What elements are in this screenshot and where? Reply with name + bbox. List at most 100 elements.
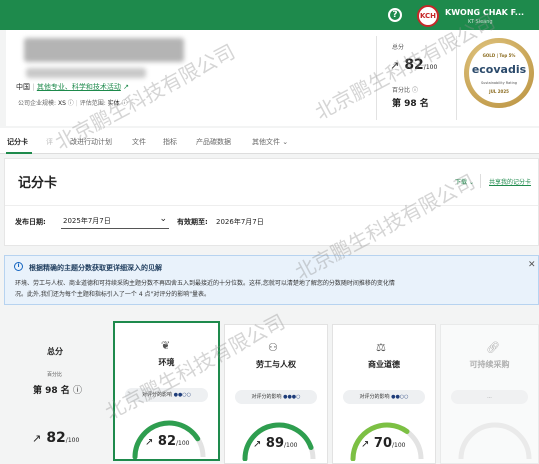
trend-arrow-icon: ↗ <box>32 432 42 445</box>
score-value: 82 <box>46 430 66 446</box>
size-label: 公司企业规模: <box>18 100 57 107</box>
score-value: 70 <box>373 436 393 451</box>
trend-arrow-icon: ↗ <box>145 437 154 448</box>
overall-rank: 第 98 名 ⓘ <box>33 383 82 396</box>
info-banner-title: 根据精确的主题分数获取更详细深入的见解 <box>29 264 162 272</box>
publish-date-label: 发布日期: <box>15 218 46 226</box>
download-button[interactable]: 下载 ⌄ <box>455 177 474 186</box>
scale-icon: ⚖ <box>376 341 386 354</box>
user-subtitle: KT Sieang <box>468 19 493 25</box>
overall-score: ↗ 82/100 <box>390 54 437 73</box>
user-name[interactable]: KWONG CHAK F... <box>445 8 524 17</box>
category-name: 环境 <box>158 358 175 367</box>
overall-score-panel: 总分 百分比 第 98 名 ⓘ ↗ 82/100 <box>0 320 110 455</box>
divider <box>5 205 538 206</box>
divider <box>480 174 481 188</box>
scorecard-title: 记分卡 <box>18 176 58 191</box>
category-card-labor-human-rights[interactable]: ⚇ 劳工与人权 对评分的影响 ●●●○ ↗ 89/100 <box>224 324 328 464</box>
category-score: ↗ 89/100 <box>253 436 298 451</box>
score-max: /100 <box>423 64 438 71</box>
help-icon[interactable]: ? <box>388 8 402 22</box>
company-name-redacted <box>24 38 184 62</box>
location-industry-row: 中国 | 其他专业、科学和技术活动 ↗ <box>16 82 129 92</box>
info-icon[interactable]: ⓘ <box>412 87 418 94</box>
scope-value: 实体 <box>107 100 120 107</box>
tab-improvement-plan[interactable]: 改进行动计划 <box>70 137 112 147</box>
category-name: 商业道德 <box>368 360 400 369</box>
tab-scorecard[interactable]: 记分卡 <box>7 137 28 147</box>
impact-label: 对评分的影响 <box>359 394 390 400</box>
chevron-down-icon: ⌄ <box>159 214 167 224</box>
category-name: 可持续采购 <box>469 360 510 369</box>
badge-brand: ecovadis <box>471 63 527 76</box>
tab-indicators[interactable]: 指标 <box>163 137 177 147</box>
score-gauge <box>458 422 532 460</box>
size-value: XS <box>57 100 66 107</box>
close-icon[interactable]: ✕ <box>528 260 536 270</box>
category-score: ↗ 70/100 <box>361 436 406 451</box>
info-icon[interactable]: ⓘ <box>122 100 128 107</box>
company-summary-card: 中国 | 其他专业、科学和技术活动 ↗ 公司企业规模: XS ⓘ | 评估范围:… <box>6 30 539 126</box>
badge-subtitle: Sustainability Rating <box>480 81 518 85</box>
overall-label: 总分 <box>47 347 63 356</box>
badge-tier: GOLD | Top 5% <box>482 53 516 58</box>
impact-pill: 对评分的影响 ●●○○ <box>125 388 208 402</box>
badge-date: JUL 2025 <box>489 89 509 94</box>
score-max: /100 <box>65 437 80 444</box>
expiry-date-value: 2026年7月7日 <box>216 218 264 226</box>
expiry-date-label: 有效期至: <box>177 218 208 226</box>
tab-documents[interactable]: 文件 <box>132 137 146 147</box>
info-banner: i 根据精确的主题分数获取更详细深入的见解 环境、劳工与人权、商业道德和可持续采… <box>4 255 539 305</box>
scope-label: 评估范围: <box>79 100 106 107</box>
overall-score-label: 总分 <box>392 44 405 51</box>
tab-product-carbon[interactable]: 产品碳数据 <box>196 137 231 147</box>
country-label: 中国 <box>16 83 30 91</box>
info-icon[interactable]: ⓘ <box>73 386 82 396</box>
percentile-label: 百分比 <box>392 87 411 94</box>
download-label: 下载 <box>455 179 468 186</box>
category-score: ↗ 82/100 <box>145 434 190 449</box>
score-value: 89 <box>265 436 285 451</box>
top-bar: ? KCH KWONG CHAK F... KT Sieang <box>0 0 539 30</box>
score-max: /100 <box>284 442 298 449</box>
score-max: /100 <box>392 442 406 449</box>
share-scorecard-link[interactable]: 共享我的记分卡 <box>489 177 531 186</box>
info-icon: i <box>14 262 23 271</box>
ecovadis-gold-medal: GOLD | Top 5% ecovadis Sustainability Ra… <box>464 38 534 108</box>
external-link-icon[interactable]: ↗ <box>123 83 129 91</box>
impact-pill: ... <box>451 390 528 404</box>
user-avatar[interactable]: KCH <box>417 5 439 27</box>
overall-score: ↗ 82/100 <box>32 427 79 446</box>
tab-bar: 记分卡 评 改进行动计划 文件 指标 产品碳数据 其他文件 ⌄ <box>0 128 539 154</box>
impact-pill: 对评分的影响 ●●●○ <box>235 390 317 404</box>
trend-arrow-icon: ↗ <box>361 439 370 450</box>
tab-other-label: 其他文件 <box>252 138 280 146</box>
company-detail-redacted <box>26 68 146 78</box>
link-icon: 🔗︎ <box>486 341 500 354</box>
impact-pill: 对评分的影响 ●●○○ <box>343 390 425 404</box>
impact-dots: ●●○○ <box>391 394 409 400</box>
publish-date-select[interactable]: 2025年7月7日 ⌄ <box>61 213 169 229</box>
impact-dots: ●●○○ <box>173 392 192 398</box>
industry-link[interactable]: 其他专业、科学和技术活动 <box>37 83 121 91</box>
info-banner-line-2: 况。此外,我们还为每个主题和指标引入了一个 4 点"对评分的影响"量表。 <box>15 291 211 298</box>
score-value: 82 <box>404 57 424 73</box>
leaf-icon: ❦ <box>161 339 171 352</box>
impact-label: 对评分的影响 <box>141 392 172 398</box>
percentile-row: 百分比 ⓘ <box>392 85 418 94</box>
divider <box>456 36 457 120</box>
category-card-business-ethics[interactable]: ⚖ 商业道德 对评分的影响 ●●○○ ↗ 70/100 <box>332 324 436 464</box>
scorecard-header: 记分卡 下载 ⌄ 共享我的记分卡 发布日期: 2025年7月7日 ⌄ 有效期至:… <box>4 158 539 246</box>
category-card-sustainable-procurement[interactable]: 🔗︎ 可持续采购 ... <box>440 324 539 464</box>
category-card-environment[interactable]: ❦ 环境 对评分的影响 ●●○○ ↗ 82/100 <box>113 321 220 461</box>
info-banner-line-1: 环境、劳工与人权、商业道德和可持续采购主题分数不再四舍五入到最接近的十分位数。这… <box>15 280 395 287</box>
info-icon[interactable]: ⓘ <box>68 100 74 107</box>
people-icon: ⚇ <box>268 341 278 354</box>
active-tab-indicator <box>6 152 32 154</box>
tab-other-documents[interactable]: 其他文件 ⌄ <box>252 137 288 147</box>
tab-assessment[interactable]: 评 <box>46 137 53 147</box>
category-name: 劳工与人权 <box>256 360 296 369</box>
chevron-down-icon: ⌄ <box>468 179 474 186</box>
impact-label: 对评分的影响 <box>251 394 282 400</box>
percentile-label: 百分比 <box>47 372 63 378</box>
